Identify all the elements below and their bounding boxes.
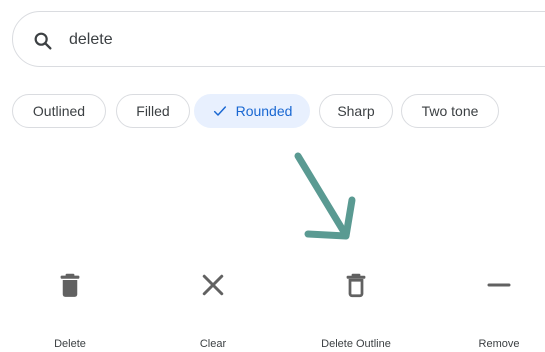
- chip-outlined[interactable]: Outlined: [12, 94, 106, 128]
- arrow-annotation: [294, 152, 356, 240]
- icon-cell-delete[interactable]: Delete: [10, 264, 130, 350]
- search-bar[interactable]: [12, 11, 545, 67]
- icon-label: Clear: [199, 338, 227, 350]
- chip-rounded[interactable]: Rounded: [194, 94, 310, 128]
- chip-label: Outlined: [32, 103, 86, 119]
- icon-label: Delete: [54, 338, 86, 350]
- search-icon: [34, 32, 52, 50]
- delete-outline-icon: [346, 273, 366, 298]
- clear-icon: [202, 274, 224, 296]
- icon-label: Remove: [478, 338, 520, 350]
- search-input[interactable]: [69, 28, 369, 52]
- icon-search-page: Outlined Filled Rounded Sharp Two tone D…: [0, 0, 545, 352]
- icon-cell-delete-outline[interactable]: Delete Outline: [296, 264, 416, 350]
- chip-two-tone[interactable]: Two tone: [401, 94, 499, 128]
- chip-label: Rounded: [235, 103, 293, 119]
- icon-label: Delete Outline: [321, 338, 391, 350]
- icon-cell-remove[interactable]: Remove: [439, 264, 545, 350]
- delete-icon: [60, 273, 80, 297]
- remove-icon: [487, 283, 511, 287]
- icon-cell-clear[interactable]: Clear: [153, 264, 273, 350]
- chip-label: Two tone: [421, 103, 479, 119]
- check-icon: [213, 106, 226, 116]
- chip-label: Filled: [136, 103, 170, 119]
- chip-filled[interactable]: Filled: [116, 94, 190, 128]
- chip-sharp[interactable]: Sharp: [319, 94, 393, 128]
- chip-label: Sharp: [337, 103, 375, 119]
